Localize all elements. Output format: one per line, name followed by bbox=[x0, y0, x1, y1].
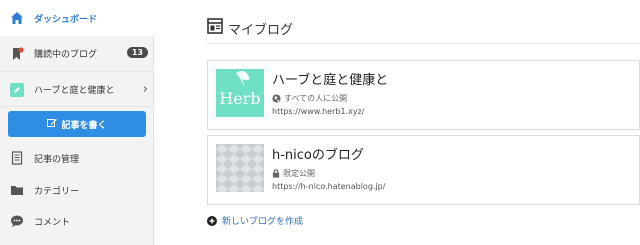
herb-thumb-text: Herb bbox=[219, 89, 260, 108]
blog-thumb-icon bbox=[10, 82, 24, 97]
blog-list-icon bbox=[207, 18, 223, 38]
write-article-label: 記事を書く bbox=[61, 120, 107, 131]
home-icon bbox=[10, 11, 24, 25]
comment-icon bbox=[10, 214, 24, 228]
globe-icon bbox=[272, 94, 281, 103]
page-title-text: マイブログ bbox=[228, 22, 294, 38]
sidebar-item-label: 購読中のブログ bbox=[34, 50, 98, 60]
folder-icon bbox=[10, 183, 24, 197]
sidebar-item-reading[interactable]: 購読中のブログ 13 bbox=[0, 36, 154, 72]
bookmark-icon bbox=[10, 46, 24, 61]
blog-thumbnail bbox=[216, 144, 264, 192]
sidebar-item-label: コメント bbox=[34, 217, 71, 228]
blog-visibility-text: すべての人に公開 bbox=[284, 94, 348, 103]
sidebar-item-dashboard[interactable]: ダッシュボード bbox=[0, 0, 154, 36]
sidebar-item-comment[interactable]: コメント bbox=[0, 207, 154, 235]
edit-icon bbox=[47, 118, 58, 131]
blog-visibility: 限定公開 bbox=[272, 168, 385, 179]
sidebar-item-label: 記事の管理 bbox=[34, 154, 80, 165]
blog-url[interactable]: https://h-nico.hatenablog.jp/ bbox=[272, 182, 385, 191]
blog-url[interactable]: https://www.herb1.xyz/ bbox=[272, 107, 388, 116]
new-blog-label: 新しいブログを作成 bbox=[222, 217, 304, 227]
reading-count-badge: 13 bbox=[126, 47, 148, 58]
sidebar: ダッシュボード 購読中のブログ 13 ハーブと庭と健康と › 記事を書く 記事の… bbox=[0, 0, 154, 245]
sidebar-item-category[interactable]: カテゴリー bbox=[0, 176, 154, 204]
blog-visibility: すべての人に公開 bbox=[272, 93, 388, 104]
plus-circle-icon bbox=[207, 215, 217, 226]
document-icon bbox=[10, 151, 24, 165]
divider bbox=[207, 43, 640, 44]
blog-visibility-text: 限定公開 bbox=[283, 169, 315, 178]
write-article-button[interactable]: 記事を書く bbox=[8, 111, 146, 137]
sidebar-item-label: ハーブと庭と健康と bbox=[34, 86, 115, 96]
blog-thumbnail: Herb bbox=[216, 69, 264, 117]
new-blog-link[interactable]: 新しいブログを作成 bbox=[207, 214, 303, 227]
blog-title[interactable]: ハーブと庭と健康と bbox=[272, 69, 388, 88]
blog-card[interactable]: h-nicoのブログ 限定公開 https://h-nico.hatenablo… bbox=[207, 135, 640, 205]
blog-card[interactable]: Herb ハーブと庭と健康と すべての人に公開 https://www.herb… bbox=[207, 60, 640, 130]
sidebar-item-blog[interactable]: ハーブと庭と健康と › bbox=[0, 73, 154, 107]
blog-title[interactable]: h-nicoのブログ bbox=[272, 144, 385, 163]
sidebar-item-label: ダッシュボード bbox=[34, 14, 98, 25]
chevron-right-icon[interactable]: › bbox=[143, 82, 148, 97]
lock-icon bbox=[272, 169, 280, 178]
sidebar-item-manage[interactable]: 記事の管理 bbox=[0, 144, 154, 172]
sidebar-item-label: カテゴリー bbox=[34, 186, 80, 197]
page-title: マイブログ bbox=[207, 18, 293, 38]
